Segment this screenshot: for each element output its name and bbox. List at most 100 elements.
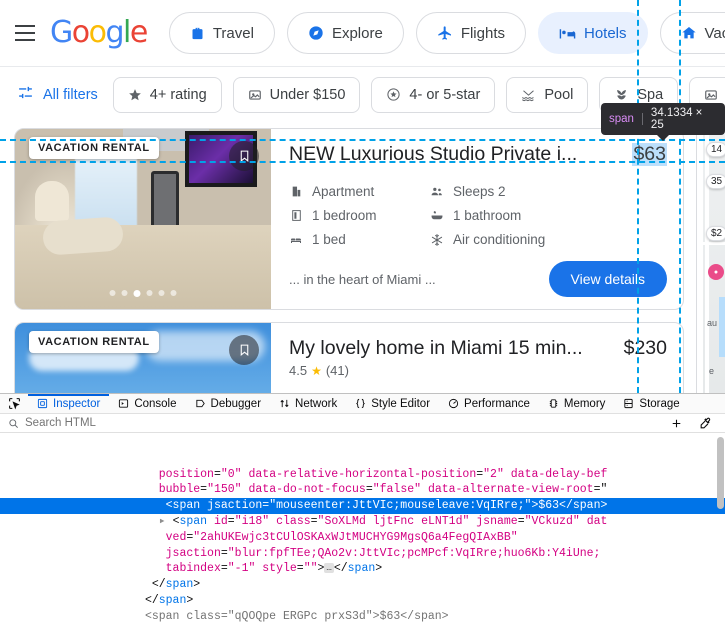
listing-card[interactable]: VACATION RENTAL NEW Luxurious Studio Pri… (14, 128, 684, 310)
explore-compass-icon (308, 25, 324, 41)
dom-token: > (186, 593, 194, 607)
plus-icon[interactable] (665, 417, 688, 430)
dom-scrollbar[interactable] (717, 436, 724, 509)
tab-network[interactable]: Network (270, 394, 346, 413)
dom-line[interactable]: </span> (0, 593, 725, 609)
pool-icon (521, 87, 536, 102)
dom-line[interactable]: <span class="qQOQpe ERGPc prxS3d">$63</s… (0, 609, 725, 625)
nav-chip-travel[interactable]: Travel (168, 12, 275, 54)
debugger-icon (195, 398, 206, 409)
network-arrows-icon (279, 398, 290, 409)
listing-title[interactable]: My lovely home in Miami 15 min... (289, 337, 614, 360)
dom-token: </ (151, 578, 166, 592)
top-navigation-bar: Google Travel Explore Flights Hotels Va (0, 0, 725, 66)
nav-chip-hotels[interactable]: Hotels (538, 12, 648, 54)
filter-chip-under-150[interactable]: Under $150 (232, 76, 361, 113)
filter-chip-star-class[interactable]: 4- or 5-star (371, 76, 496, 113)
filter-chip-rating[interactable]: 4+ rating (112, 76, 222, 113)
dom-token: span (572, 499, 601, 513)
amenity-item: 1 bedroom (289, 208, 424, 223)
listing-photo[interactable]: VACATION RENTAL (15, 129, 271, 309)
results-list[interactable]: VACATION RENTAL NEW Luxurious Studio Pri… (0, 122, 696, 393)
listing-header: My lovely home in Miami 15 min... $230 (289, 337, 667, 360)
map-price-pin[interactable]: $2 (706, 226, 725, 241)
inspector-icon (37, 398, 48, 409)
tab-performance[interactable]: Performance (439, 394, 539, 413)
dom-line[interactable]: ▸ <span id="i18" class="SoXLMd ljtFnc eL… (0, 514, 725, 530)
dom-token: = (310, 514, 318, 528)
listing-photo[interactable]: VACATION RENTAL (15, 323, 271, 393)
dom-line[interactable]: bubble="150" data-do-not-focus="false" d… (0, 482, 725, 498)
dom-line-selected[interactable]: <span jsaction="mouseenter:JttVIc;mousel… (0, 498, 725, 514)
dom-token: position (158, 467, 214, 481)
dom-token: = (227, 514, 235, 528)
nav-chip-vacation-rentals[interactable]: Vacation rentals (659, 12, 725, 54)
filter-chip-rating-label: 4+ rating (149, 86, 207, 103)
dom-token: < (165, 499, 173, 513)
dom-tree-lines[interactable]: position="0" data-relative-horizontal-po… (0, 467, 725, 626)
tab-memory[interactable]: Memory (539, 394, 615, 413)
collapsed-content-icon[interactable]: … (324, 563, 334, 574)
dom-token: dat (586, 514, 608, 528)
amenity-item: Air conditioning (430, 232, 667, 247)
star-filled-icon (128, 88, 142, 102)
map-panel[interactable]: 14 35 $2 ● au e (696, 122, 725, 393)
listing-header: NEW Luxurious Studio Private i... $63 (289, 143, 667, 166)
logo-letter-G: G (50, 15, 73, 50)
devtools-search-row (0, 414, 725, 433)
dom-token (421, 483, 428, 496)
dom-tree[interactable]: position="0" data-relative-horizontal-po… (0, 432, 725, 626)
nav-chip-explore[interactable]: Explore (286, 12, 404, 54)
hamburger-menu-icon[interactable] (10, 18, 40, 48)
dom-token: span (347, 562, 376, 576)
view-details-button[interactable]: View details (548, 261, 667, 297)
amenity-label: 1 bedroom (312, 208, 377, 224)
map-price-pin[interactable]: 14 (706, 142, 725, 157)
map-poi-pin-icon[interactable]: ● (708, 264, 724, 280)
google-logo[interactable]: Google (50, 15, 148, 50)
filter-chip-pool[interactable]: Pool (506, 76, 589, 113)
tab-style-editor[interactable]: Style Editor (346, 394, 439, 413)
all-filters-button[interactable]: All filters (17, 84, 102, 105)
tooltip-divider (641, 113, 643, 125)
dom-token: "150" (207, 483, 242, 497)
tab-inspector[interactable]: Inspector (28, 394, 110, 413)
storage-icon (623, 398, 634, 409)
tab-network-label: Network (295, 397, 338, 410)
amenity-item: Sleeps 2 (430, 184, 667, 199)
photo-carousel-dots[interactable] (109, 290, 177, 297)
star-circle-icon (386, 87, 401, 102)
dom-token: = (296, 562, 304, 576)
map-price-pin[interactable]: 35 (706, 174, 725, 189)
devtools-tabbar: Inspector Console Debugger Network Style… (0, 394, 725, 415)
listing-price[interactable]: $63 (632, 143, 667, 166)
dom-token: style (262, 562, 297, 576)
dom-line[interactable]: ved="2ahUKEwjc3tCUlOSKAxWJtMUCHYG9MgsQ6a… (0, 530, 725, 546)
dom-token: "i18" (234, 514, 270, 528)
dom-line[interactable]: jsaction="blur:fpfTEe;QAo2v:JttVIc;pcMPc… (0, 546, 725, 562)
dom-token: <span class="qQOQpe ERGPc prxS3d">$63</s… (144, 609, 449, 623)
dom-expand-twisty-icon[interactable]: ▸ (159, 515, 173, 528)
element-picker-icon[interactable] (0, 394, 28, 413)
search-html-input[interactable] (25, 417, 659, 430)
dom-line[interactable]: position="0" data-relative-horizontal-po… (0, 467, 725, 483)
dom-token: jsaction (207, 499, 263, 513)
tab-debugger[interactable]: Debugger (186, 394, 271, 413)
eyedropper-icon[interactable] (694, 417, 717, 430)
all-filters-label: All filters (43, 86, 98, 103)
dom-line[interactable]: tabindex="-1" style="">… </span> (0, 561, 725, 577)
dom-token: span (179, 514, 208, 528)
dom-token: > (317, 562, 325, 576)
listing-title[interactable]: NEW Luxurious Studio Private i... (289, 143, 622, 166)
dom-token: = (365, 483, 373, 497)
bookmark-icon[interactable] (229, 141, 259, 171)
nav-chip-flights[interactable]: Flights (415, 12, 526, 54)
listing-card[interactable]: VACATION RENTAL My lovely home in Miami … (14, 322, 684, 393)
tab-storage[interactable]: Storage (614, 394, 688, 413)
listing-price[interactable]: $230 (624, 337, 667, 360)
dom-token: "0" (220, 467, 242, 481)
dom-token: = (220, 562, 228, 576)
bookmark-icon[interactable] (229, 335, 259, 365)
dom-line[interactable]: </span> (0, 577, 725, 593)
tab-console[interactable]: Console (109, 394, 185, 413)
